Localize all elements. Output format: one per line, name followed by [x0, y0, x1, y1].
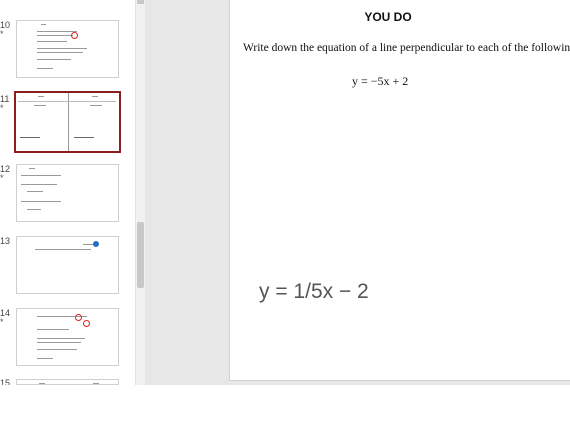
slide-number: 13 — [0, 236, 11, 246]
slide-answer[interactable]: y = 1/5x − 2 — [259, 280, 369, 304]
slide-thumbnail-pane[interactable]: 10 * 11 * 12 * 13 14 * 15 — [0, 0, 135, 385]
slide-thumbnail-13[interactable] — [16, 236, 119, 294]
bottom-blank-area — [0, 385, 570, 427]
current-slide[interactable]: YOU DO Write down the equation of a line… — [229, 0, 570, 381]
slide-number: 15 — [0, 378, 11, 385]
thumbnail-scrollbar[interactable] — [135, 0, 145, 385]
slide-thumbnail-12[interactable] — [16, 164, 119, 222]
star-icon: * — [0, 103, 4, 113]
star-icon: * — [0, 317, 4, 327]
star-icon: * — [0, 173, 4, 183]
scrollbar-top-cap — [137, 0, 144, 4]
slide-title[interactable]: YOU DO — [230, 10, 546, 24]
scrollbar-thumb[interactable] — [137, 222, 144, 288]
slide-thumbnail-14[interactable] — [16, 308, 119, 366]
slide-thumbnail-11[interactable] — [14, 91, 121, 153]
slide-thumbnail-10[interactable] — [16, 20, 119, 78]
slide-equation[interactable]: y = −5x + 2 — [352, 74, 408, 89]
slide-instruction[interactable]: Write down the equation of a line perpen… — [243, 42, 570, 54]
star-icon: * — [0, 29, 4, 39]
